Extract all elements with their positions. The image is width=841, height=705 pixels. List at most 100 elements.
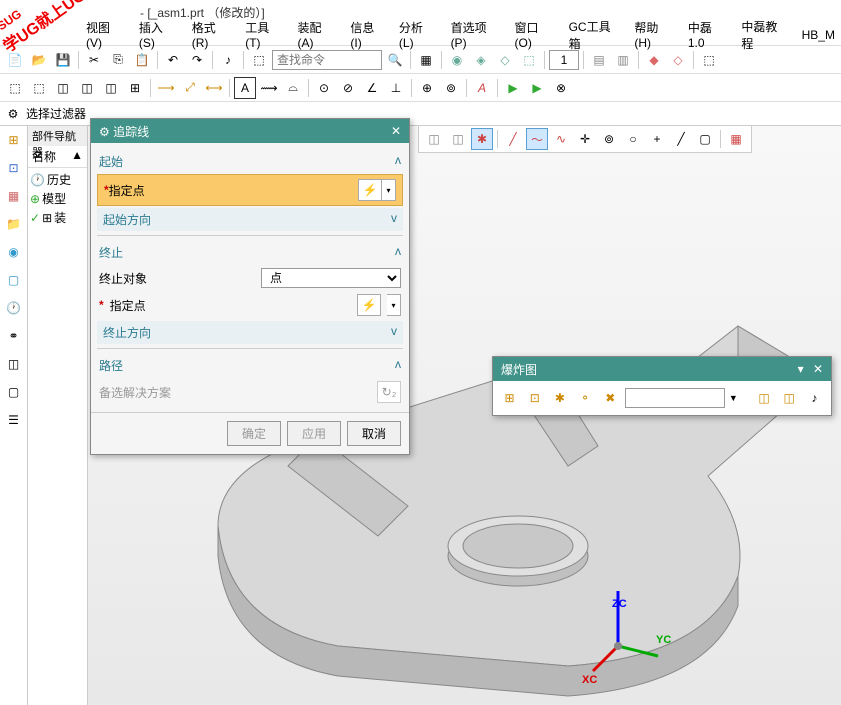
open-icon[interactable]: 📂 bbox=[28, 49, 50, 71]
rail-list-icon[interactable]: ☰ bbox=[4, 410, 24, 430]
menu-format[interactable]: 格式(R) bbox=[186, 17, 235, 52]
point-picker-dropdown[interactable]: ▾ bbox=[387, 294, 401, 316]
rail-layer-icon[interactable]: ▦ bbox=[4, 186, 24, 206]
explode-dialog-title-bar[interactable]: 爆炸图 ▾ ✕ bbox=[493, 357, 831, 381]
start-direction-header[interactable]: 起始方向v bbox=[97, 208, 403, 231]
section-path[interactable]: 路径ʌ bbox=[97, 353, 403, 378]
note-icon[interactable]: ♪ bbox=[217, 49, 239, 71]
point-picker-icon[interactable]: ⚡ bbox=[358, 179, 382, 201]
render2-icon[interactable]: ◇ bbox=[667, 49, 689, 71]
rail-window-icon[interactable]: ◫ bbox=[4, 354, 24, 374]
text-icon[interactable]: A bbox=[234, 77, 256, 99]
point-picker-icon[interactable]: ⚡ bbox=[357, 294, 381, 316]
search-input[interactable] bbox=[272, 50, 382, 70]
rail-nav-icon[interactable]: ⊞ bbox=[4, 130, 24, 150]
target-icon[interactable]: ⊕ bbox=[416, 77, 438, 99]
constraint2-icon[interactable]: ⊘ bbox=[337, 77, 359, 99]
copy-icon[interactable]: ⎘ bbox=[107, 49, 129, 71]
t2-5-icon[interactable]: ◫ bbox=[100, 77, 122, 99]
exp-5-icon[interactable]: ✖ bbox=[600, 387, 621, 409]
rail-folder-icon[interactable]: 📁 bbox=[4, 214, 24, 234]
rail-clock-icon[interactable]: 🕐 bbox=[4, 298, 24, 318]
menu-zhonglei-tut[interactable]: 中磊教程 bbox=[735, 16, 791, 54]
tri2-icon[interactable]: ▶ bbox=[526, 77, 548, 99]
cursor-icon[interactable]: ⬚ bbox=[248, 49, 270, 71]
exp-3-icon[interactable]: ✱ bbox=[549, 387, 570, 409]
rail-doc-icon[interactable]: ▢ bbox=[4, 270, 24, 290]
exp-8-icon[interactable]: ♪ bbox=[804, 387, 825, 409]
end-direction-header[interactable]: 终止方向v bbox=[97, 321, 403, 344]
search-icon[interactable]: 🔍 bbox=[384, 49, 406, 71]
t2-2-icon[interactable]: ⬚ bbox=[28, 77, 50, 99]
cut-icon[interactable]: ✂ bbox=[83, 49, 105, 71]
start-point-row[interactable]: * 指定点 ⚡▾ bbox=[97, 174, 403, 206]
exp-6-icon[interactable]: ◫ bbox=[753, 387, 774, 409]
render1-icon[interactable]: ◆ bbox=[643, 49, 665, 71]
t2-1-icon[interactable]: ⬚ bbox=[4, 77, 26, 99]
tree-model[interactable]: ⊕模型 bbox=[30, 189, 85, 208]
tool-x-icon[interactable]: ⊗ bbox=[550, 77, 572, 99]
cube3-icon[interactable]: ◇ bbox=[494, 49, 516, 71]
menu-tools[interactable]: 工具(T) bbox=[239, 17, 287, 52]
tree-assembly[interactable]: ✓⊞装 bbox=[30, 208, 85, 227]
menu-view[interactable]: 视图(V) bbox=[80, 17, 129, 52]
rail-link-icon[interactable]: ⚭ bbox=[4, 326, 24, 346]
t2-3-icon[interactable]: ◫ bbox=[52, 77, 74, 99]
curve1-icon[interactable]: ⟿ bbox=[258, 77, 280, 99]
cube1-icon[interactable]: ◉ bbox=[446, 49, 468, 71]
rail-signal-icon[interactable]: ◉ bbox=[4, 242, 24, 262]
dialog-close-icon[interactable]: ✕ bbox=[391, 124, 401, 138]
constraint4-icon[interactable]: ⊥ bbox=[385, 77, 407, 99]
misc-icon[interactable]: ⬚ bbox=[698, 49, 720, 71]
layer-icon[interactable]: ▤ bbox=[588, 49, 610, 71]
section-end[interactable]: 终止ʌ bbox=[97, 240, 403, 265]
close-icon[interactable]: ✕ bbox=[813, 362, 823, 376]
minimize-icon[interactable]: ▾ bbox=[798, 362, 804, 376]
rail-box-icon[interactable]: ▢ bbox=[4, 382, 24, 402]
anno-icon[interactable]: A bbox=[471, 77, 493, 99]
t2-4-icon[interactable]: ◫ bbox=[76, 77, 98, 99]
point-picker-dropdown[interactable]: ▾ bbox=[382, 179, 396, 201]
section-start[interactable]: 起始ʌ bbox=[97, 149, 403, 174]
exp-2-icon[interactable]: ⊡ bbox=[524, 387, 545, 409]
tree-history[interactable]: 🕐历史 bbox=[30, 170, 85, 189]
wireframe-icon[interactable]: ⬚ bbox=[518, 49, 540, 71]
new-icon[interactable]: 📄 bbox=[4, 49, 26, 71]
menu-window[interactable]: 窗口(O) bbox=[509, 17, 559, 52]
menu-preferences[interactable]: 首选项(P) bbox=[445, 17, 505, 52]
menu-help[interactable]: 帮助(H) bbox=[628, 17, 677, 52]
menu-insert[interactable]: 插入(S) bbox=[133, 17, 182, 52]
number-input[interactable] bbox=[549, 50, 579, 70]
cancel-button[interactable]: 取消 bbox=[347, 421, 401, 446]
constraint3-icon[interactable]: ∠ bbox=[361, 77, 383, 99]
exp-7-icon[interactable]: ◫ bbox=[779, 387, 800, 409]
dim1-icon[interactable]: ⟶ bbox=[155, 77, 177, 99]
t2-6-icon[interactable]: ⊞ bbox=[124, 77, 146, 99]
menu-assembly[interactable]: 装配(A) bbox=[291, 17, 340, 52]
menu-hbm[interactable]: HB_M bbox=[796, 26, 841, 44]
dim2-icon[interactable]: ⤢ bbox=[179, 77, 201, 99]
nav-column-name[interactable]: 名称 ▲ bbox=[28, 146, 87, 168]
curve2-icon[interactable]: ⌓ bbox=[282, 77, 304, 99]
menu-info[interactable]: 信息(I) bbox=[344, 17, 389, 52]
menu-analysis[interactable]: 分析(L) bbox=[393, 17, 441, 52]
filter-gear-icon[interactable]: ⚙ bbox=[2, 103, 24, 125]
tri1-icon[interactable]: ▶ bbox=[502, 77, 524, 99]
exp-1-icon[interactable]: ⊞ bbox=[499, 387, 520, 409]
exp-4-icon[interactable]: ⚬ bbox=[575, 387, 596, 409]
paste-icon[interactable]: 📋 bbox=[131, 49, 153, 71]
save-icon[interactable]: 💾 bbox=[52, 49, 74, 71]
grid-icon[interactable]: ▦ bbox=[415, 49, 437, 71]
rail-history-icon[interactable]: ⊡ bbox=[4, 158, 24, 178]
redo-icon[interactable]: ↷ bbox=[186, 49, 208, 71]
cube2-icon[interactable]: ◈ bbox=[470, 49, 492, 71]
menu-zhonglei1[interactable]: 中磊1.0 bbox=[682, 17, 732, 52]
explode-input[interactable] bbox=[625, 388, 725, 408]
cir-icon[interactable]: ⊚ bbox=[440, 77, 462, 99]
end-object-select[interactable]: 点 bbox=[261, 268, 401, 288]
dialog-title-bar[interactable]: ⚙ 追踪线 ✕ bbox=[91, 119, 409, 143]
constraint1-icon[interactable]: ⊙ bbox=[313, 77, 335, 99]
layer2-icon[interactable]: ▥ bbox=[612, 49, 634, 71]
dim3-icon[interactable]: ⟷ bbox=[203, 77, 225, 99]
undo-icon[interactable]: ↶ bbox=[162, 49, 184, 71]
